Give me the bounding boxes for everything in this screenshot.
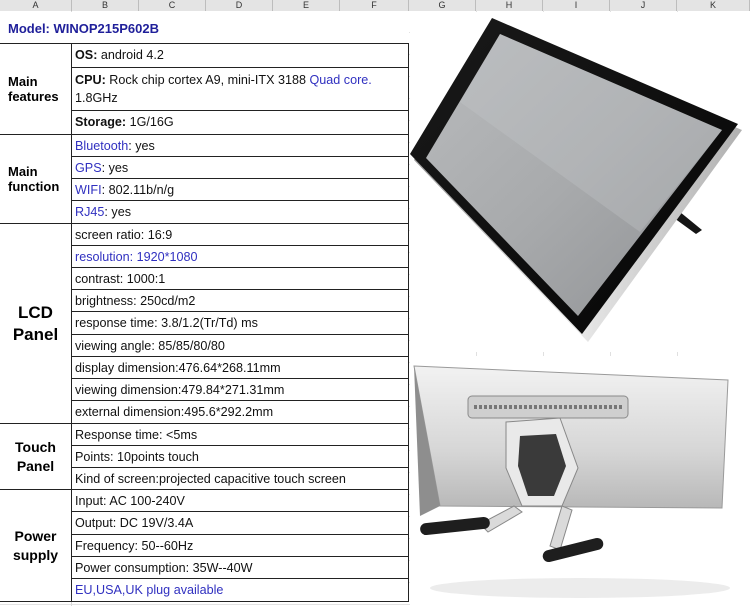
section-label-main-function[interactable]: Main function <box>0 135 72 224</box>
spec-value: Input: AC 100-240V <box>75 494 185 508</box>
column-i[interactable]: I <box>543 0 610 11</box>
product-photo-front <box>410 12 750 352</box>
section-label-text: LCD Panel <box>12 302 59 344</box>
spec-value: screen ratio: 16:9 <box>75 228 173 242</box>
spec-row-output[interactable]: Output: DC 19V/3.4A <box>72 512 409 535</box>
spec-value: Frequency: 50--60Hz <box>75 539 194 553</box>
spec-value: : yes <box>104 205 132 219</box>
model-title: Model: WINOP215P602B <box>8 21 159 36</box>
spec-value: viewing angle: 85/85/80/80 <box>75 339 225 353</box>
spec-value: Rock chip cortex A9, mini-ITX 3188 <box>105 73 310 87</box>
spec-value: 1G/16G <box>126 115 174 129</box>
section-label-text: Main function <box>8 164 60 194</box>
section-label-main-features[interactable]: Main features <box>0 44 72 135</box>
spec-row-resolution[interactable]: resolution: 1920*1080 <box>72 246 409 268</box>
model-title-cell[interactable]: Model: WINOP215P602B <box>0 12 409 44</box>
column-c[interactable]: C <box>139 0 206 11</box>
spec-row-screen-ratio[interactable]: screen ratio: 16:9 <box>72 224 409 246</box>
spec-value: contrast: 1000:1 <box>75 272 166 286</box>
section-label-power-supply[interactable]: Power supply <box>0 490 72 602</box>
section-label-text: Main features <box>8 74 59 104</box>
spec-value: brightness: 250cd/m2 <box>75 294 196 308</box>
column-d[interactable]: D <box>206 0 273 11</box>
spec-row-gps[interactable]: GPS: yes <box>72 157 409 179</box>
spec-value: : yes <box>101 161 129 175</box>
spec-value: 1.8GHz <box>75 91 118 105</box>
spec-row-wifi[interactable]: WIFI: 802.11b/n/g <box>72 179 409 201</box>
spec-row-frequency[interactable]: Frequency: 50--60Hz <box>72 535 409 557</box>
spec-value: android 4.2 <box>97 48 164 62</box>
spec-row-cpu[interactable]: CPU: Rock chip cortex A9, mini-ITX 3188 … <box>72 68 409 111</box>
spec-value: Points: 10points touch <box>75 450 199 464</box>
spec-key-blue: WIFI <box>75 183 102 197</box>
spec-value: Output: DC 19V/3.4A <box>75 516 194 530</box>
spec-value: : 802.11b/n/g <box>101 183 175 197</box>
column-j[interactable]: J <box>610 0 677 11</box>
spec-value: viewing dimension:479.84*271.31mm <box>75 383 285 397</box>
spec-value-highlight: Quad core. <box>309 73 372 87</box>
spec-key: OS: <box>75 48 98 62</box>
section-label-lcd-panel[interactable]: LCD Panel <box>0 224 72 424</box>
spec-row-os[interactable]: OS: android 4.2 <box>72 44 409 68</box>
spec-row-response-time[interactable]: response time: 3.8/1.2(Tr/Td) ms <box>72 312 409 335</box>
section-label-text: Power supply <box>12 527 59 563</box>
spec-row-contrast[interactable]: contrast: 1000:1 <box>72 268 409 290</box>
spec-key: Storage: <box>75 115 127 129</box>
section-label-touch-panel[interactable]: Touch Panel <box>0 424 72 490</box>
column-b[interactable]: B <box>72 0 139 11</box>
spec-value: external dimension:495.6*292.2mm <box>75 405 274 419</box>
spec-value: : yes <box>128 139 155 153</box>
spec-key-blue: GPS <box>75 161 102 175</box>
spec-row-display-dimension[interactable]: display dimension:476.64*268.11mm <box>72 357 409 379</box>
spec-value-blue: EU,USA,UK plug available <box>75 583 224 597</box>
spec-value: Kind of screen:projected capacitive touc… <box>75 472 346 486</box>
spec-row-kind-of-screen[interactable]: Kind of screen:projected capacitive touc… <box>72 468 409 490</box>
spec-row-rj45[interactable]: RJ45: yes <box>72 201 409 224</box>
spec-key-blue: RJ45 <box>75 205 105 219</box>
spec-value-blue: resolution: 1920*1080 <box>75 250 198 264</box>
column-f[interactable]: F <box>340 0 409 11</box>
spec-row-touch-response[interactable]: Response time: <5ms <box>72 424 409 446</box>
spec-key-blue: Bluetooth <box>75 139 129 153</box>
spec-value: Power consumption: 35W--40W <box>75 561 253 575</box>
column-h[interactable]: H <box>476 0 543 11</box>
column-g[interactable]: G <box>409 0 476 11</box>
column-k[interactable]: K <box>677 0 750 11</box>
spec-value: Response time: <5ms <box>75 428 198 442</box>
section-label-text: Touch Panel <box>15 438 56 474</box>
spec-row-bluetooth[interactable]: Bluetooth: yes <box>72 135 409 157</box>
spec-key: CPU: <box>75 73 106 87</box>
spec-row-power-consumption[interactable]: Power consumption: 35W--40W <box>72 557 409 579</box>
spec-value: display dimension:476.64*268.11mm <box>75 361 281 375</box>
spec-row-viewing-angle[interactable]: viewing angle: 85/85/80/80 <box>72 335 409 357</box>
spec-value: response time: 3.8/1.2(Tr/Td) ms <box>75 316 258 330</box>
spec-row-storage[interactable]: Storage: 1G/16G <box>72 111 409 135</box>
spec-row-input[interactable]: Input: AC 100-240V <box>72 490 409 512</box>
column-e[interactable]: E <box>273 0 340 11</box>
spec-row-viewing-dimension[interactable]: viewing dimension:479.84*271.31mm <box>72 379 409 401</box>
spec-row-external-dimension[interactable]: external dimension:495.6*292.2mm <box>72 401 409 424</box>
column-a[interactable]: A <box>0 0 72 11</box>
spec-row-points[interactable]: Points: 10points touch <box>72 446 409 468</box>
spec-row-plug[interactable]: EU,USA,UK plug available <box>72 579 409 602</box>
spec-row-brightness[interactable]: brightness: 250cd/m2 <box>72 290 409 312</box>
product-photo-rear <box>410 356 750 606</box>
